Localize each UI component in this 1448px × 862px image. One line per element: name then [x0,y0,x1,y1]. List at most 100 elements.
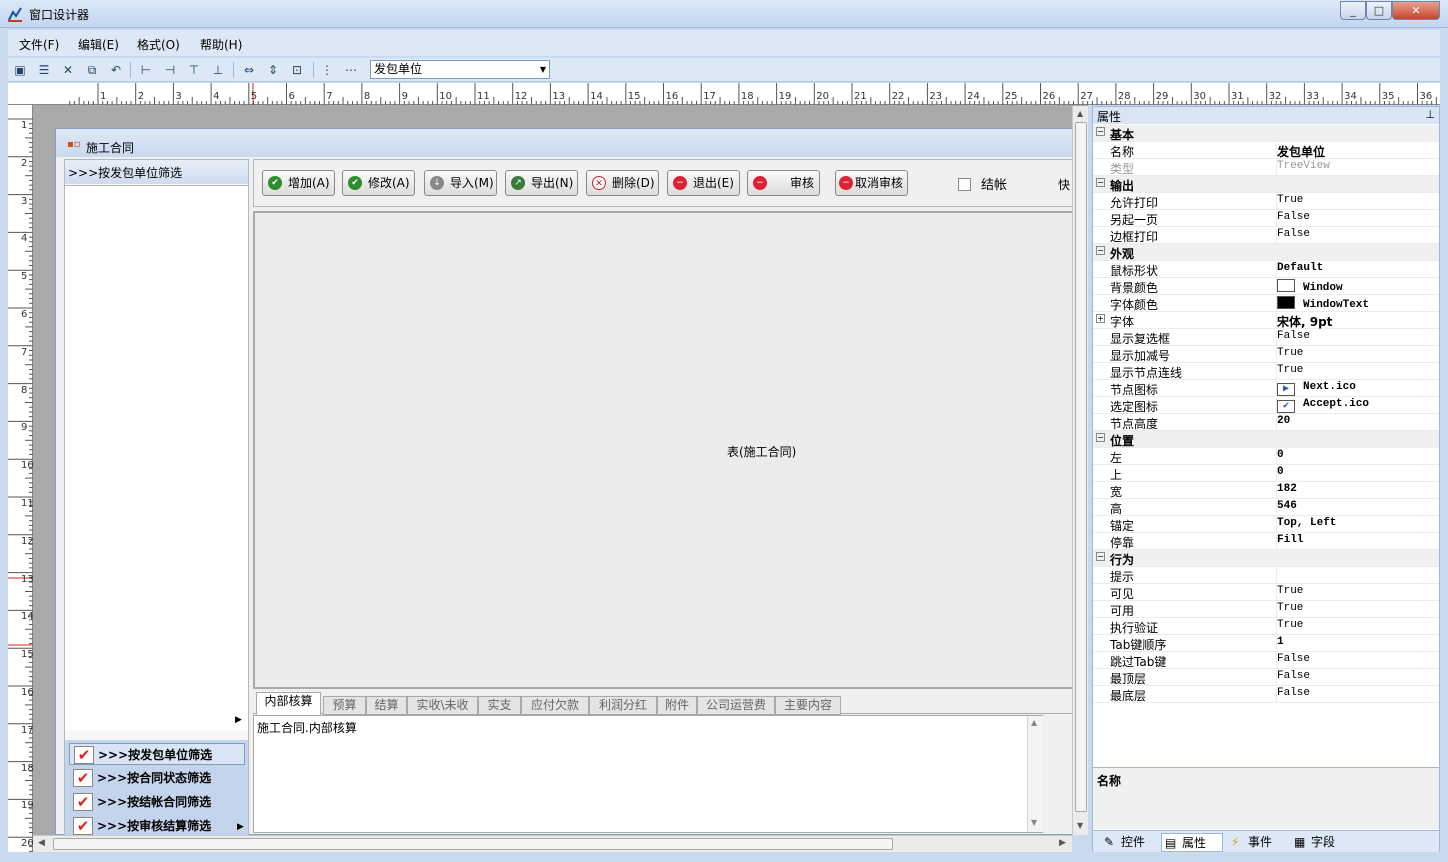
align-left-icon[interactable]: ⊢ [138,62,154,78]
property-row[interactable]: 最顶层 False [1093,669,1439,686]
property-row[interactable]: 鼠标形状 Default [1093,261,1439,278]
chevron-down-icon[interactable]: ▼ [540,61,546,78]
property-row[interactable]: 选定图标 ✔ Accept.ico [1093,397,1439,414]
property-row[interactable]: 节点图标 ▶ Next.ico [1093,380,1439,397]
canvas-horizontal-scrollbar[interactable]: ◀ ▶ [33,835,1072,852]
center-vertical-icon[interactable]: ⋮ [319,62,335,78]
property-value[interactable]: True [1276,364,1439,380]
property-row[interactable]: 左0 [1093,448,1439,465]
delete-icon[interactable]: ✕ [60,62,76,78]
same-height-icon[interactable]: ⇕ [265,62,281,78]
maximize-button[interactable]: □ [1366,1,1392,20]
collapse-icon[interactable]: − [1096,552,1105,561]
center-horizontal-icon[interactable]: ⋯ [343,62,359,78]
filter-item[interactable]: ✔ >>>按结帐合同筛选 [69,791,245,813]
tab-fields[interactable]: ▦ 字段 [1291,833,1351,852]
property-row[interactable]: 允许打印 True [1093,193,1439,210]
property-row[interactable]: 提示 [1093,567,1439,584]
property-value[interactable]: True [1276,585,1439,601]
property-category[interactable]: − 位置 [1093,431,1439,448]
collapse-icon[interactable]: − [1096,433,1105,442]
scroll-up-icon[interactable]: ▲ [1031,718,1037,727]
property-value[interactable]: 20 [1276,415,1439,431]
property-value[interactable]: False [1276,211,1439,227]
edit-button[interactable]: ✔ 修改(A) [342,170,415,196]
copy-icon[interactable]: ⧉ [84,62,100,78]
property-value[interactable]: False [1276,687,1439,703]
property-value[interactable]: 0 [1276,466,1439,482]
property-value[interactable]: WindowText [1276,296,1439,312]
menu-edit[interactable]: 编辑(E) [78,36,119,53]
property-row[interactable]: 类型 TreeView [1093,159,1439,176]
save-icon[interactable]: ▣ [12,62,28,78]
close-button[interactable]: ✕ [1392,1,1440,20]
property-value[interactable]: 1 [1276,636,1439,652]
tab-attachments[interactable]: 附件 [657,696,697,715]
approve-button[interactable]: − 审核 [747,170,820,196]
scroll-thumb[interactable] [53,838,893,850]
tab-content[interactable]: 施工合同.内部核算 ▲ ▼ [253,715,1043,833]
collapse-icon[interactable]: − [1096,178,1105,187]
property-value[interactable]: Fill [1276,534,1439,550]
property-value[interactable]: 546 [1276,500,1439,516]
property-category[interactable]: − 外观 [1093,244,1439,261]
property-row[interactable]: 显示加减号 True [1093,346,1439,363]
canvas-vertical-scrollbar[interactable]: ▲ ▼ [1072,106,1088,835]
tab-payable[interactable]: 应付欠款 [521,696,589,715]
arrow-right-icon[interactable]: ▶ [235,715,242,725]
property-value[interactable]: False [1276,653,1439,669]
property-row[interactable]: 宽 182 [1093,482,1439,499]
property-row[interactable]: 显示节点连线 True [1093,363,1439,380]
property-row[interactable]: 另起一页 False [1093,210,1439,227]
property-row[interactable]: 执行验证 True [1093,618,1439,635]
property-row[interactable]: + 字体 宋体, 9pt [1093,312,1439,329]
scroll-right-icon[interactable]: ▶ [1059,838,1066,848]
property-row[interactable]: 最底层 False [1093,686,1439,703]
property-value[interactable]: 0 [1276,449,1439,465]
same-width-icon[interactable]: ⇔ [241,62,257,78]
property-value[interactable]: TreeView [1276,160,1439,176]
property-value[interactable]: Window [1276,279,1439,295]
tab-profit[interactable]: 利润分红 [589,696,657,715]
property-row[interactable]: 高 546 [1093,499,1439,516]
property-row[interactable]: 上0 [1093,465,1439,482]
property-row[interactable]: 停靠 Fill [1093,533,1439,550]
align-top-icon[interactable]: ⊤ [186,62,202,78]
scroll-up-icon[interactable]: ▲ [1077,109,1083,118]
property-row[interactable]: 显示复选框 False [1093,329,1439,346]
import-button[interactable]: ↓ 导入(M) [424,170,497,196]
property-value[interactable]: True [1276,602,1439,618]
property-value[interactable]: Top, Left [1276,517,1439,533]
settle-checkbox[interactable] [958,178,971,191]
align-right-icon[interactable]: ⊣ [162,62,178,78]
tab-properties[interactable]: ▤ 属性 [1161,833,1223,852]
scroll-down-icon[interactable]: ▼ [1031,818,1037,827]
property-value[interactable]: 发包单位 [1276,143,1439,159]
align-bottom-icon[interactable]: ⊥ [210,62,226,78]
vertical-scrollbar[interactable]: ▲ ▼ [1027,716,1043,832]
property-row[interactable]: 名称 发包单位 [1093,142,1439,159]
property-category[interactable]: − 输出 [1093,176,1439,193]
export-button[interactable]: ↗ 导出(N) [505,170,578,196]
property-value[interactable]: False [1276,330,1439,346]
expand-icon[interactable]: + [1096,314,1105,323]
property-row[interactable]: 可用 True [1093,601,1439,618]
property-value[interactable]: True [1276,194,1439,210]
filter-item[interactable]: ✔ >>>按合同状态筛选 [69,767,245,789]
filter-tree[interactable] [65,185,248,731]
undo-icon[interactable]: ↶ [108,62,124,78]
data-table-placeholder[interactable]: 表(施工合同) [253,211,1078,689]
scroll-down-icon[interactable]: ▼ [1077,821,1083,830]
filter-panel[interactable]: >>>按发包单位筛选 ▶ ✔ >>>按发包单位筛选 ✔ >>>按合同状态筛选 ✔… [64,159,249,837]
property-value[interactable]: ✔ Accept.ico [1276,398,1439,414]
property-row[interactable]: 边框打印 False [1093,227,1439,244]
field-select[interactable]: 发包单位 ▼ [370,60,550,79]
designed-form[interactable]: ▪▫ 施工合同 >>>按发包单位筛选 ▶ ✔ >>>按发包单位筛选 ✔ >>>按… [55,128,1078,837]
property-row[interactable]: 可见 True [1093,584,1439,601]
scroll-thumb[interactable] [1075,122,1087,812]
add-button[interactable]: ✔ 增加(A) [262,170,335,196]
tab-received[interactable]: 实收\未收 [407,696,478,715]
same-size-icon[interactable]: ⊡ [289,62,305,78]
tab-operating-cost[interactable]: 公司运营费 [697,696,775,715]
property-category[interactable]: − 基本 [1093,125,1439,142]
